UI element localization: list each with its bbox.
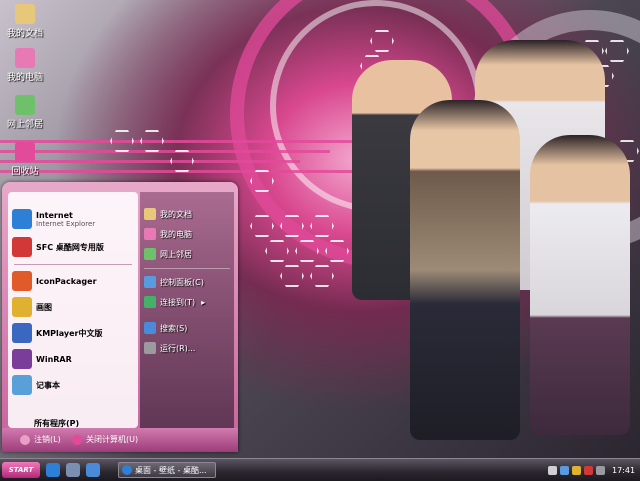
paint-icon [12, 297, 32, 317]
place-label: 我的电脑 [160, 229, 192, 239]
kmplayer-icon [12, 323, 32, 343]
logoff-label: 注销(L) [34, 435, 61, 444]
program-title: 画图 [36, 302, 52, 312]
program-title: SFC 桌酷网专用版 [36, 242, 104, 252]
place-label: 运行(R)... [160, 343, 196, 353]
menu-divider [14, 264, 132, 265]
system-tray: 17:41 [548, 462, 638, 478]
place-label: 我的文档 [160, 209, 192, 219]
network-icon [144, 248, 156, 260]
place-label: 控制面板(C) [160, 277, 204, 287]
tray-expand-icon[interactable] [548, 465, 557, 475]
desktop-icon-my-documents[interactable]: 我的文档 [0, 4, 50, 39]
wallpaper-stripe [0, 140, 360, 143]
internet-explorer-icon [122, 465, 132, 475]
power-icon [72, 434, 82, 445]
wallpaper-hex [110, 130, 134, 152]
iconpackager-icon [12, 271, 32, 291]
sfc-icon [12, 237, 32, 257]
internet-explorer-icon[interactable] [46, 463, 60, 477]
place-label: 网上邻居 [160, 249, 192, 259]
place-label: 连接到(T) [160, 297, 196, 307]
search-icon [144, 322, 156, 334]
computer-icon [15, 48, 35, 68]
app-tray-icon[interactable] [584, 465, 593, 475]
notepad-icon [12, 375, 32, 395]
start-menu-item-run[interactable]: 运行(R)... [144, 340, 195, 356]
chevron-right-icon: ▸ [201, 297, 206, 307]
recycle-bin-icon [15, 142, 35, 162]
program-title: WinRAR [36, 354, 72, 364]
desktop-icon-label: 回收站 [11, 167, 39, 177]
taskbar-clock[interactable]: 17:41 [612, 466, 635, 475]
start-menu-item-my-documents[interactable]: 我的文档 [144, 206, 192, 222]
network-icon [15, 95, 35, 115]
shutdown-button[interactable]: 关闭计算机(U) [72, 434, 138, 445]
program-title: KMPlayer中文版 [36, 328, 103, 338]
documents-icon [144, 208, 156, 220]
start-menu-footer: 注销(L) 关闭计算机(U) [2, 428, 238, 452]
start-menu-item-paint[interactable]: 画图 [12, 294, 136, 320]
place-label: 搜索(S) [160, 323, 188, 333]
wallpaper-hex [170, 150, 194, 172]
volume-icon[interactable] [596, 465, 605, 475]
winrar-icon [12, 349, 32, 369]
start-menu-item-sfc[interactable]: SFC 桌酷网专用版 [12, 234, 136, 260]
taskbar-item-label: 桌面 - 壁纸 - 桌酷... [135, 465, 207, 475]
wallpaper-hex [310, 265, 334, 287]
internet-explorer-icon [12, 209, 32, 229]
start-menu-item-internet[interactable]: Internet Internet Explorer [12, 206, 136, 232]
control-panel-icon [144, 276, 156, 288]
start-menu-item-winrar[interactable]: WinRAR [12, 346, 136, 372]
person-figure [530, 135, 630, 435]
desktop-icon-label: 我的文档 [6, 29, 43, 39]
start-menu-item-iconpackager[interactable]: IconPackager [12, 268, 136, 294]
security-icon[interactable] [572, 465, 581, 475]
start-menu-item-network[interactable]: 网上邻居 [144, 246, 192, 262]
desktop-icon-my-computer[interactable]: 我的电脑 [0, 48, 50, 83]
media-player-icon[interactable] [86, 463, 100, 477]
wallpaper-hex [280, 265, 304, 287]
start-menu-programs-pane: Internet Internet Explorer SFC 桌酷网专用版 Ic… [8, 192, 138, 428]
connect-icon [144, 296, 156, 308]
documents-folder-icon [15, 4, 35, 24]
start-menu-item-connect[interactable]: 连接到(T) ▸ [144, 294, 205, 310]
start-menu-item-control-panel[interactable]: 控制面板(C) [144, 274, 204, 290]
start-menu-places-pane: 我的文档 我的电脑 网上邻居 控制面板(C) 连接到(T) ▸ 搜索(S) 运行… [140, 192, 234, 428]
program-title: IconPackager [36, 276, 97, 286]
wallpaper-hex [140, 130, 164, 152]
shutdown-label: 关闭计算机(U) [86, 435, 139, 444]
desktop-icon-recycle-bin[interactable]: 回收站 [0, 142, 50, 177]
program-title: Internet [36, 210, 73, 220]
desktop-icon-label: 网上邻居 [6, 120, 43, 130]
computer-icon [144, 228, 156, 240]
start-menu-item-my-computer[interactable]: 我的电脑 [144, 226, 192, 242]
start-button[interactable]: START [2, 462, 40, 478]
logoff-button[interactable]: 注销(L) [20, 434, 61, 445]
program-title: 记事本 [36, 380, 60, 390]
person-figure [410, 100, 520, 440]
start-menu-item-search[interactable]: 搜索(S) [144, 320, 187, 336]
start-menu: Internet Internet Explorer SFC 桌酷网专用版 Ic… [2, 182, 238, 452]
menu-divider [144, 268, 230, 269]
desktop-icon-network[interactable]: 网上邻居 [0, 95, 50, 130]
start-menu-item-notepad[interactable]: 记事本 [12, 372, 136, 398]
wallpaper-hex [265, 240, 289, 262]
desktop-icon-label: 我的电脑 [6, 73, 43, 83]
network-status-icon[interactable] [560, 465, 569, 475]
show-desktop-icon[interactable] [66, 463, 80, 477]
taskbar-item-browser[interactable]: 桌面 - 壁纸 - 桌酷... [118, 462, 216, 478]
taskbar: START 桌面 - 壁纸 - 桌酷... 17:41 [0, 458, 640, 481]
program-subtitle: Internet Explorer [36, 219, 96, 228]
start-menu-item-kmplayer[interactable]: KMPlayer中文版 [12, 320, 136, 346]
run-icon [144, 342, 156, 354]
logoff-icon [20, 434, 30, 445]
